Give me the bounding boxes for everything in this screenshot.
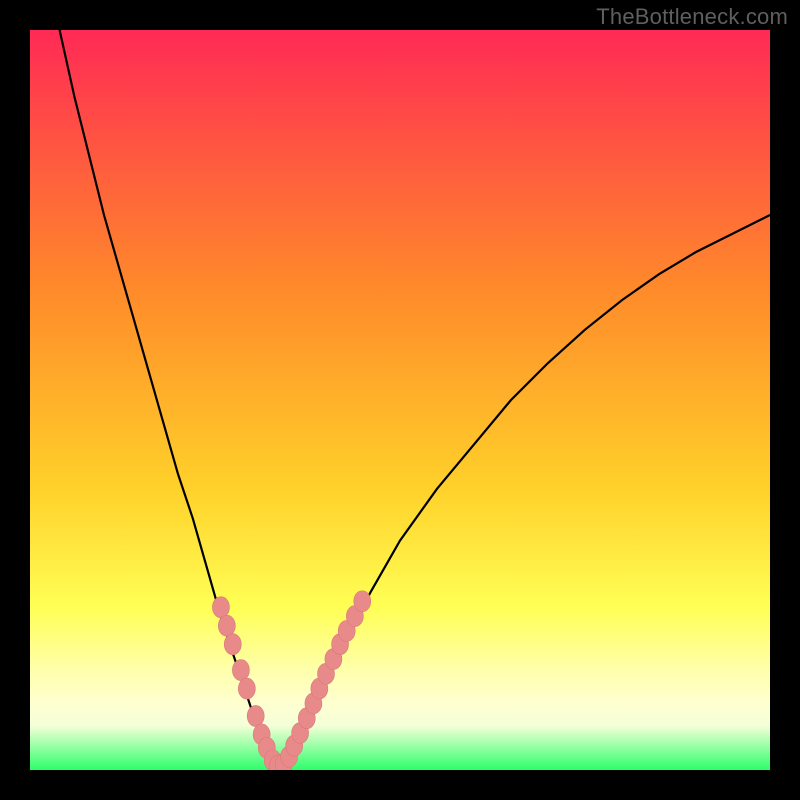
curve-marker <box>212 597 229 618</box>
bottleneck-chart <box>30 30 770 770</box>
curve-marker <box>247 705 264 726</box>
curve-marker <box>232 660 249 681</box>
gradient-background <box>30 30 770 770</box>
curve-marker <box>238 678 255 699</box>
plot-area <box>30 30 770 770</box>
curve-marker <box>218 615 235 636</box>
curve-marker <box>224 634 241 655</box>
watermark-text: TheBottleneck.com <box>596 4 788 30</box>
curve-marker <box>354 591 371 612</box>
chart-frame: TheBottleneck.com <box>0 0 800 800</box>
